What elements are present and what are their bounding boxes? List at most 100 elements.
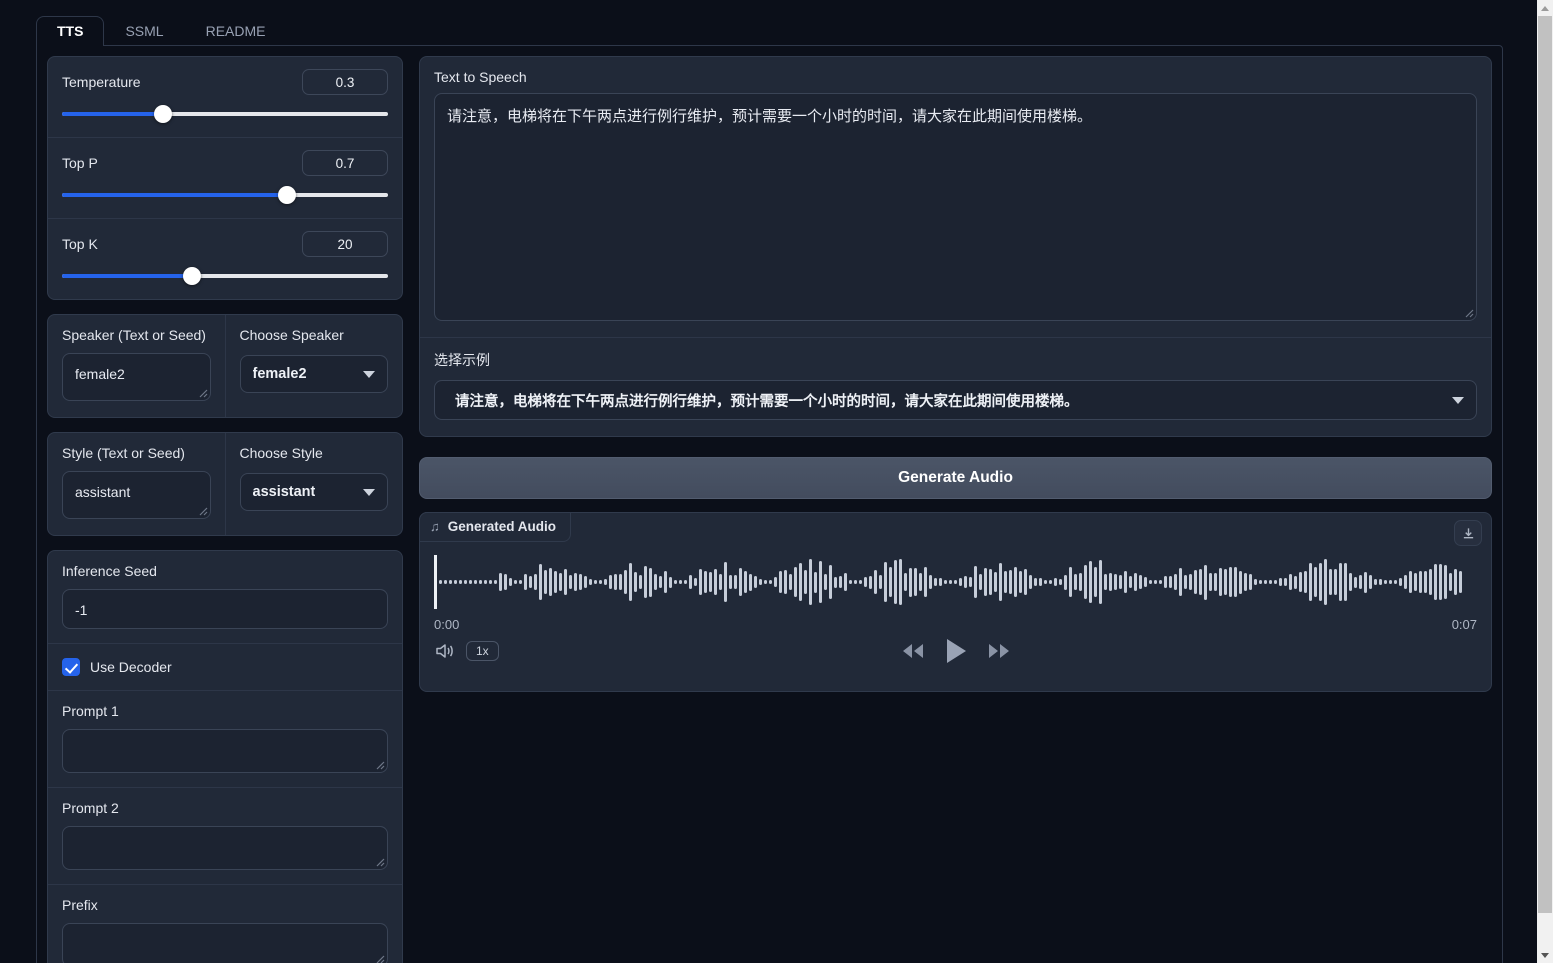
use-decoder-checkbox[interactable]	[62, 658, 80, 676]
waveform-bar	[594, 580, 597, 584]
waveform-bar	[1239, 571, 1242, 594]
waveform-bar	[1419, 571, 1422, 592]
waveform-bar	[1219, 568, 1222, 596]
waveform-bar	[739, 568, 742, 597]
waveform-bar	[974, 566, 977, 598]
waveform-bar	[809, 559, 812, 605]
prompt2-input[interactable]	[62, 826, 388, 870]
waveform-bar	[1099, 560, 1102, 604]
top-k-slider[interactable]	[62, 267, 388, 285]
total-time: 0:07	[1452, 617, 1477, 632]
volume-button[interactable]	[434, 641, 456, 661]
waveform-bar	[699, 569, 702, 594]
waveform-bar	[1254, 579, 1257, 585]
choose-style-dropdown[interactable]: assistant	[240, 473, 389, 511]
waveform-bar	[1184, 575, 1187, 590]
tab-bar: TTS SSML README	[36, 16, 1503, 46]
waveform-bar	[609, 575, 612, 589]
audio-waveform[interactable]	[434, 549, 1477, 615]
scrollbar-down-button[interactable]	[1537, 947, 1553, 963]
waveform-cursor[interactable]	[434, 555, 437, 609]
waveform-bar	[794, 567, 797, 596]
tab-readme[interactable]: README	[185, 16, 287, 46]
waveform-bar	[1209, 573, 1212, 590]
waveform-bar	[1269, 580, 1272, 584]
waveform-bar	[489, 580, 492, 584]
waveform-bar	[1069, 567, 1072, 597]
prefix-input[interactable]	[62, 923, 388, 963]
waveform-bar	[524, 574, 527, 590]
tts-text-input[interactable]: 请注意，电梯将在下午两点进行例行维护，预计需要一个小时的时间，请大家在此期间使用…	[434, 93, 1477, 321]
waveform-bar	[909, 568, 912, 597]
waveform-bar	[959, 578, 962, 586]
download-audio-button[interactable]	[1454, 520, 1482, 546]
temperature-input[interactable]	[302, 69, 388, 95]
prompt1-input[interactable]	[62, 729, 388, 773]
prefix-label: Prefix	[62, 897, 388, 913]
inference-seed-label: Inference Seed	[62, 563, 388, 579]
waveform-bar	[1249, 574, 1252, 590]
top-p-slider[interactable]	[62, 186, 388, 204]
waveform-bar	[1104, 574, 1107, 589]
waveform-bar	[1329, 569, 1332, 595]
top-k-input[interactable]	[302, 231, 388, 257]
waveform-bar	[1454, 569, 1457, 594]
waveform-bar	[1004, 571, 1007, 593]
tab-ssml[interactable]: SSML	[104, 16, 184, 46]
temperature-slider-handle[interactable]	[154, 105, 172, 123]
browser-scrollbar[interactable]	[1537, 0, 1553, 963]
inference-seed-input[interactable]: -1	[62, 589, 388, 629]
scrollbar-thumb[interactable]	[1538, 16, 1552, 913]
waveform-bar	[734, 575, 737, 589]
text-group: Text to Speech 请注意，电梯将在下午两点进行例行维护，预计需要一个…	[419, 56, 1492, 437]
temperature-slider[interactable]	[62, 105, 388, 123]
waveform-bar	[629, 563, 632, 600]
play-icon	[945, 638, 967, 664]
playback-speed-button[interactable]: 1x	[466, 641, 499, 661]
waveform-bar	[964, 576, 967, 587]
speaker-text-label: Speaker (Text or Seed)	[62, 327, 211, 343]
inference-seed-row: Inference Seed -1	[48, 551, 402, 643]
waveform-bar	[1029, 575, 1032, 589]
use-decoder-row[interactable]: Use Decoder	[48, 643, 402, 690]
waveform-bar	[1444, 565, 1447, 600]
waveform-bar	[1044, 580, 1047, 584]
rewind-icon	[901, 642, 925, 660]
waveform-bar	[1034, 578, 1037, 585]
rewind-button[interactable]	[901, 642, 925, 660]
scrollbar-up-button[interactable]	[1537, 0, 1553, 16]
examples-dropdown[interactable]: 请注意，电梯将在下午两点进行例行维护，预计需要一个小时的时间，请大家在此期间使用…	[434, 380, 1477, 420]
style-group: Style (Text or Seed) assistant Choose St…	[47, 432, 403, 536]
top-k-slider-handle[interactable]	[183, 267, 201, 285]
speaker-group: Speaker (Text or Seed) female2 Choose Sp…	[47, 314, 403, 418]
waveform-bar	[519, 580, 522, 584]
waveform-bar	[1244, 573, 1247, 592]
waveform-bar	[979, 574, 982, 589]
examples-selected-value: 请注意，电梯将在下午两点进行例行维护，预计需要一个小时的时间，请大家在此期间使用…	[447, 390, 1079, 411]
waveform-bar	[1429, 569, 1432, 596]
choose-speaker-dropdown[interactable]: female2	[240, 355, 389, 393]
waveform-bar	[544, 570, 547, 595]
waveform-bar	[694, 578, 697, 586]
fast-forward-button[interactable]	[987, 642, 1011, 660]
top-p-slider-handle[interactable]	[278, 186, 296, 204]
tab-tts[interactable]: TTS	[36, 16, 104, 46]
waveform-bar	[969, 577, 972, 587]
play-button[interactable]	[945, 638, 967, 664]
waveform-bar	[599, 580, 602, 584]
waveform-bar	[949, 580, 952, 584]
top-p-input[interactable]	[302, 150, 388, 176]
speaker-text-input[interactable]: female2	[62, 353, 211, 401]
waveform-bar	[454, 580, 457, 584]
waveform-bar	[1304, 571, 1307, 593]
waveform-bar	[709, 572, 712, 591]
music-note-icon: ♫	[430, 519, 440, 534]
waveform-bar	[1194, 570, 1197, 593]
inference-group: Inference Seed -1 Use Decoder Prompt 1	[47, 550, 403, 963]
waveform-bar	[1309, 563, 1312, 601]
style-text-input[interactable]: assistant	[62, 471, 211, 519]
waveform-bar	[994, 572, 997, 593]
waveform-bar	[749, 574, 752, 591]
speaker-choose-col: Choose Speaker female2	[225, 315, 403, 417]
generate-audio-button[interactable]: Generate Audio	[419, 457, 1492, 499]
